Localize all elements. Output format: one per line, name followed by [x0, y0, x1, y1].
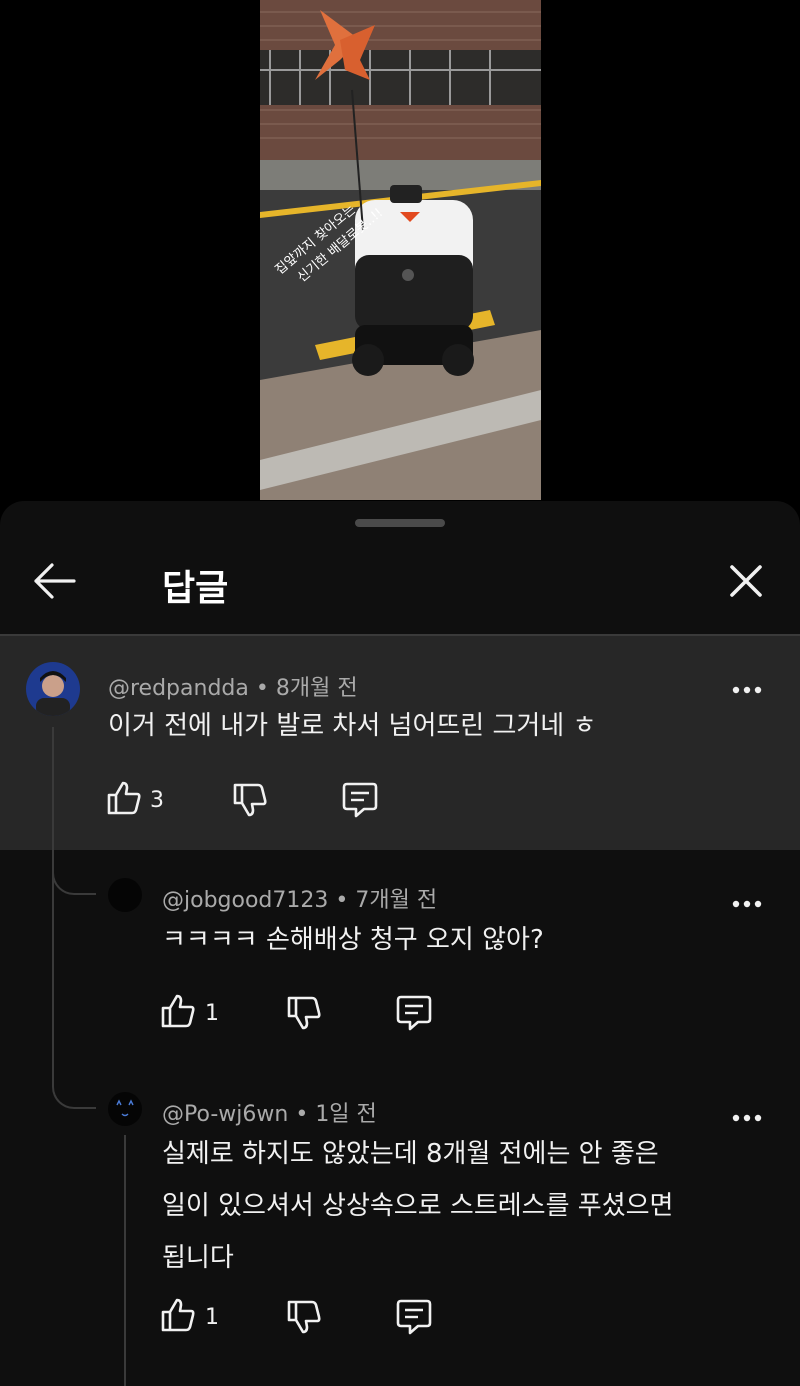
back-button[interactable]	[30, 561, 78, 601]
comment-text: 실제로 하지도 않았는데 8개월 전에는 안 좋은 일이 있으셔서 상상속으로 …	[162, 1128, 673, 1284]
thumbs-down-icon	[233, 783, 267, 817]
comment-meta: @redpandda • 8개월 전	[108, 670, 358, 702]
comment-author[interactable]: @jobgood7123	[162, 888, 328, 913]
like-button[interactable]	[104, 778, 144, 818]
comment-text-line: 됩니다	[162, 1243, 234, 1273]
page-title: 답글	[162, 568, 229, 609]
reply-icon	[396, 1299, 432, 1335]
meta-separator: •	[255, 676, 269, 701]
thread-connector	[52, 1061, 96, 1109]
meta-separator: •	[335, 888, 349, 913]
parent-comment: @redpandda • 8개월 전 이거 전에 내가 발로 차서 넘어뜨린 그…	[0, 636, 800, 850]
reply-icon	[342, 782, 378, 818]
more-options-button[interactable]	[730, 894, 766, 914]
avatar[interactable]	[26, 662, 80, 716]
meta-separator: •	[295, 1102, 309, 1127]
more-options-button[interactable]	[730, 1108, 766, 1128]
dislike-button[interactable]	[284, 993, 324, 1033]
like-button[interactable]	[158, 991, 198, 1031]
thumbs-up-icon	[161, 994, 195, 1028]
sheet-header: 답글	[0, 527, 800, 635]
video-frame-image: 집앞까지 찾아오는 신기한 배달로봇..!!	[260, 0, 541, 500]
more-options-icon	[732, 1114, 762, 1122]
thumbs-down-icon	[287, 1300, 321, 1334]
reply-button[interactable]	[340, 780, 380, 820]
dislike-button[interactable]	[230, 780, 270, 820]
avatar[interactable]	[108, 878, 142, 912]
thread-line	[52, 727, 54, 1083]
more-options-icon	[732, 900, 762, 908]
more-options-button[interactable]	[730, 680, 766, 700]
reply-button[interactable]	[394, 993, 434, 1033]
comment-text-line: 실제로 하지도 않았는데 8개월 전에는 안 좋은	[162, 1139, 659, 1169]
comment-meta: @jobgood7123 • 7개월 전	[162, 882, 437, 914]
avatar[interactable]	[108, 1092, 142, 1126]
reply-icon	[396, 995, 432, 1031]
comment-meta: @Po-wj6wn • 1일 전	[162, 1096, 377, 1128]
drag-handle[interactable]	[355, 519, 445, 527]
back-arrow-icon	[34, 563, 76, 599]
comment-text: ㅋㅋㅋㅋ 손해배상 청구 오지 않아?	[162, 925, 544, 955]
like-button[interactable]	[158, 1295, 198, 1335]
avatar-image	[26, 662, 80, 716]
reply-button[interactable]	[394, 1297, 434, 1337]
thumbs-up-icon	[107, 781, 141, 815]
like-count: 3	[150, 788, 164, 813]
thread-connector	[52, 841, 96, 895]
comment-time[interactable]: 1일 전	[315, 1102, 376, 1127]
thumbs-down-icon	[287, 996, 321, 1030]
close-button[interactable]	[724, 559, 768, 603]
more-options-icon	[732, 686, 762, 694]
thumbs-up-icon	[161, 1298, 195, 1332]
avatar-image	[116, 1099, 134, 1117]
like-count: 1	[205, 1305, 219, 1330]
replies-sheet: 답글 @redpandda • 8개월 전 이거 전에 내가 발로 차서 넘어뜨…	[0, 501, 800, 1386]
dislike-button[interactable]	[284, 1297, 324, 1337]
like-count: 1	[205, 1001, 219, 1026]
comment-author[interactable]: @redpandda	[108, 676, 249, 701]
video-preview[interactable]: 집앞까지 찾아오는 신기한 배달로봇..!!	[260, 0, 541, 500]
comment-time[interactable]: 7개월 전	[355, 888, 437, 913]
comment-author[interactable]: @Po-wj6wn	[162, 1102, 288, 1127]
comment-text-line: 일이 있으셔서 상상속으로 스트레스를 푸셨으면	[162, 1191, 674, 1221]
comment-text: 이거 전에 내가 발로 차서 넘어뜨린 그거네 ㅎ	[108, 711, 597, 741]
close-icon	[730, 565, 762, 597]
sub-thread-line	[124, 1135, 126, 1386]
comment-time[interactable]: 8개월 전	[276, 676, 358, 701]
